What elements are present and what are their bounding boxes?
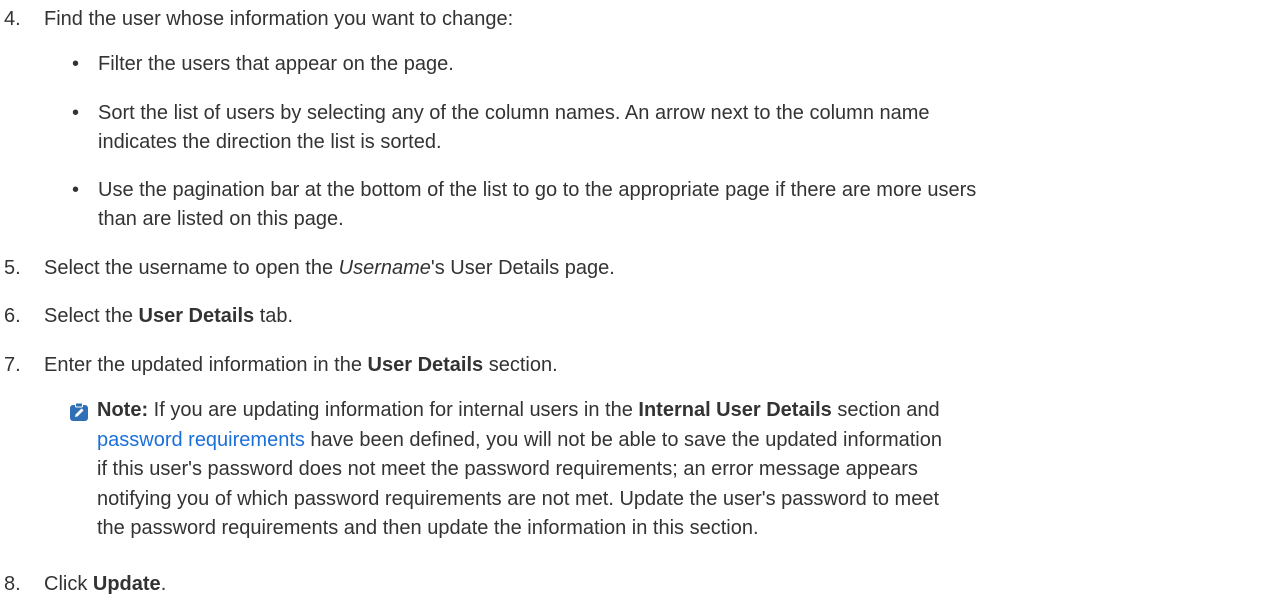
bullet-text-line1: Use the pagination bar at the bottom of … bbox=[98, 179, 977, 201]
password-requirements-link[interactable]: password requirements bbox=[97, 429, 305, 451]
note-line5: the password requirements and then updat… bbox=[97, 517, 759, 539]
bullet-text-line1: Sort the list of users by selecting any … bbox=[98, 102, 930, 124]
step-text-post: . bbox=[160, 573, 167, 595]
bullet-text-line2: than are listed on this page. bbox=[98, 208, 344, 230]
ui-term-bold: User Details bbox=[138, 305, 255, 327]
bullet-dot: • bbox=[72, 102, 80, 124]
step-text-pre: Click bbox=[44, 573, 93, 595]
bullet-dot: • bbox=[72, 179, 80, 201]
step-text: Select the username to open the Username… bbox=[44, 254, 615, 282]
step-text-pre: Select the bbox=[44, 305, 139, 327]
bullet-text: Filter the users that appear on the page… bbox=[98, 53, 454, 75]
username-italic: Username bbox=[338, 257, 431, 279]
note-line1: Note: If you are updating information fo… bbox=[97, 399, 940, 421]
ui-term-bold: Internal User Details bbox=[638, 399, 832, 421]
ui-term-bold: User Details bbox=[367, 354, 484, 376]
note-label: Note: bbox=[97, 399, 149, 421]
step-number: 8. bbox=[4, 573, 21, 595]
step-number: 6. bbox=[4, 305, 21, 327]
step-text-post: 's User Details page. bbox=[430, 257, 615, 279]
edit-note-icon bbox=[70, 403, 88, 421]
step-number: 4. bbox=[4, 8, 21, 30]
note-line3: if this user's password does not meet th… bbox=[97, 458, 918, 480]
step-text-pre: Select the username to open the bbox=[44, 257, 339, 279]
step-number: 7. bbox=[4, 354, 21, 376]
note-line4: notifying you of which password requirem… bbox=[97, 487, 940, 510]
step-text-post: tab. bbox=[254, 305, 294, 327]
bullet-dot: • bbox=[72, 53, 80, 75]
step-text: Find the user whose information you want… bbox=[44, 8, 514, 30]
update-label-bold: Update bbox=[92, 573, 161, 595]
bullet-text-line2: indicates the direction the list is sort… bbox=[98, 131, 442, 153]
step-text: Select the User Details tab. bbox=[44, 302, 293, 330]
step-text-post: section. bbox=[483, 354, 558, 376]
step-text: Enter the updated information in the Use… bbox=[44, 351, 558, 379]
step-number: 5. bbox=[4, 257, 21, 279]
note-line2: password requirements have been defined,… bbox=[97, 428, 942, 451]
step-text-pre: Enter the updated information in the bbox=[44, 354, 368, 376]
step-text: Click Update. bbox=[44, 570, 166, 598]
